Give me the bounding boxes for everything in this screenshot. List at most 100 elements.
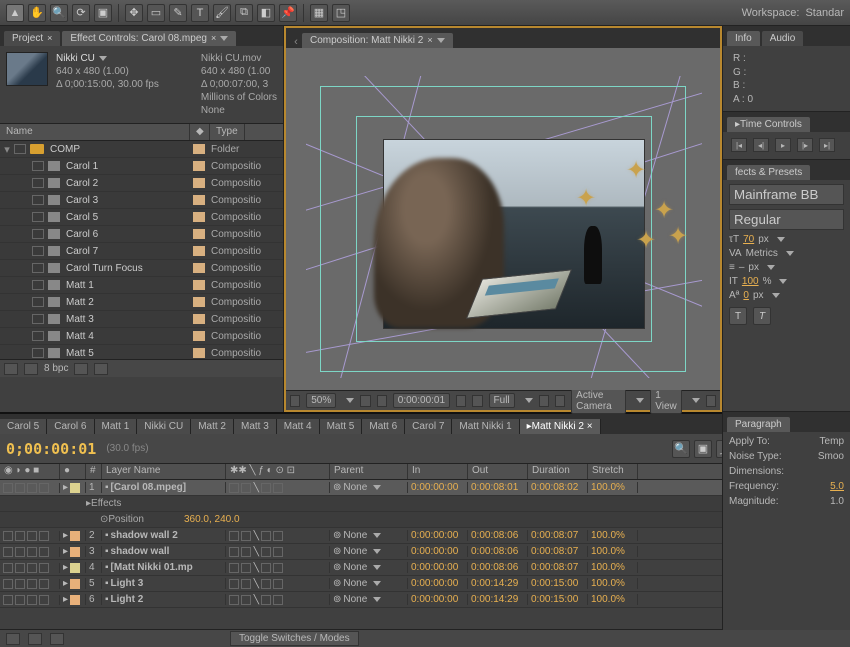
project-row[interactable]: ▾COMPFolder <box>0 141 283 158</box>
stamp-tool-icon[interactable]: ⧉ <box>235 4 253 22</box>
lock-toggle[interactable] <box>39 579 49 589</box>
anchor-tool-icon[interactable]: ✥ <box>125 4 143 22</box>
eraser-tool-icon[interactable]: ◧ <box>257 4 275 22</box>
solo-toggle[interactable] <box>27 531 37 541</box>
solo-toggle[interactable] <box>27 563 37 573</box>
next-frame-icon[interactable]: |▸ <box>797 138 813 152</box>
chevron-down-icon[interactable] <box>346 398 354 403</box>
label-swatch[interactable] <box>193 161 205 171</box>
lock-toggle[interactable] <box>39 563 49 573</box>
magnitude-value[interactable]: 1.0 <box>830 496 844 507</box>
leading-value[interactable]: – <box>739 262 745 273</box>
roi-icon[interactable] <box>539 395 549 407</box>
twirl-icon[interactable]: ▸ <box>63 594 68 605</box>
checkbox[interactable] <box>32 195 44 205</box>
kerning-dropdown[interactable]: Metrics <box>746 248 778 259</box>
project-row[interactable]: Carol 5Compositio <box>0 209 283 226</box>
project-row[interactable]: Carol 2Compositio <box>0 175 283 192</box>
audio-toggle[interactable] <box>15 595 25 605</box>
timeline-tab[interactable]: Matt 2 <box>191 419 234 434</box>
label-swatch[interactable] <box>193 195 205 205</box>
tab-composition[interactable]: Composition: Matt Nikki 2× <box>302 33 453 48</box>
vscale-value[interactable]: 100 <box>742 276 759 287</box>
visibility-toggle[interactable] <box>3 595 13 605</box>
audio-toggle[interactable] <box>15 547 25 557</box>
hand-tool-icon[interactable]: ✋ <box>28 4 46 22</box>
twirl-down-icon[interactable]: ▾ <box>0 143 14 156</box>
label-swatch[interactable] <box>193 348 205 358</box>
checkbox[interactable] <box>32 229 44 239</box>
brush-tool-icon[interactable]: 🖌 <box>213 4 231 22</box>
project-row[interactable]: Carol 6Compositio <box>0 226 283 243</box>
timeline-tab[interactable]: Matt 4 <box>277 419 320 434</box>
baseline-value[interactable]: 0 <box>743 290 749 301</box>
visibility-toggle[interactable] <box>3 563 13 573</box>
checkbox[interactable] <box>32 348 44 358</box>
close-icon[interactable]: × <box>47 33 52 43</box>
exposure-icon[interactable] <box>360 395 370 407</box>
transparency-icon[interactable] <box>555 395 565 407</box>
checkbox[interactable] <box>32 297 44 307</box>
twirl-icon[interactable]: ▸ <box>63 578 68 589</box>
label-swatch[interactable] <box>193 331 205 341</box>
solo-toggle[interactable] <box>27 547 37 557</box>
extra-tool-icon[interactable]: ◳ <box>332 4 350 22</box>
prev-frame-icon[interactable]: ◂| <box>753 138 769 152</box>
new-folder-icon[interactable] <box>24 363 38 375</box>
col-duration[interactable]: Duration <box>528 464 588 479</box>
solo-toggle[interactable] <box>27 483 37 493</box>
pen-tool-icon[interactable]: ✎ <box>169 4 187 22</box>
col-num[interactable]: # <box>86 464 102 479</box>
project-row[interactable]: Matt 2Compositio <box>0 294 283 311</box>
rotate-tool-icon[interactable]: ⟳ <box>72 4 90 22</box>
toggle-switches-modes-button[interactable]: Toggle Switches / Modes <box>230 631 359 646</box>
chevron-down-icon[interactable] <box>373 549 381 554</box>
visibility-toggle[interactable] <box>3 547 13 557</box>
checkbox[interactable] <box>32 161 44 171</box>
pickwhip-icon[interactable]: ⊚ <box>333 546 341 557</box>
trash-icon[interactable] <box>94 363 108 375</box>
col-parent[interactable]: Parent <box>330 464 408 479</box>
pickwhip-icon[interactable]: ⊚ <box>333 482 341 493</box>
lock-toggle[interactable] <box>39 531 49 541</box>
toggle-switches-icon[interactable] <box>6 633 20 645</box>
timeline-tab[interactable]: Carol 5 <box>0 419 47 434</box>
twirl-icon[interactable]: ▸ <box>63 530 68 541</box>
tab-info[interactable]: Info <box>727 31 760 46</box>
project-row[interactable]: Carol 3Compositio <box>0 192 283 209</box>
tab-effects-presets[interactable]: fects & Presets <box>727 165 810 180</box>
timeline-tab[interactable]: ▸Matt Nikki 2 × <box>520 419 601 434</box>
font-family-dropdown[interactable] <box>729 184 844 205</box>
pickwhip-icon[interactable]: ⊚ <box>333 594 341 605</box>
twirl-icon[interactable]: ▸ <box>63 562 68 573</box>
resolution-dropdown[interactable]: Full <box>489 393 515 408</box>
workspace-dropdown[interactable]: Standar <box>805 7 844 19</box>
current-time[interactable]: 0:00:00:01 <box>393 393 450 408</box>
project-row[interactable]: Matt 1Compositio <box>0 277 283 294</box>
project-row[interactable]: Carol Turn FocusCompositio <box>0 260 283 277</box>
italic-icon[interactable]: T <box>753 307 771 325</box>
label-swatch[interactable] <box>193 212 205 222</box>
visibility-toggle[interactable] <box>3 483 13 493</box>
tab-effect-controls[interactable]: Effect Controls: Carol 08.mpeg× <box>62 31 236 46</box>
layer-color[interactable] <box>70 483 80 493</box>
new-comp-icon[interactable] <box>74 363 88 375</box>
chevron-down-icon[interactable] <box>437 38 445 43</box>
chevron-down-icon[interactable] <box>373 533 381 538</box>
col-in[interactable]: In <box>408 464 468 479</box>
audio-toggle[interactable] <box>15 531 25 541</box>
font-size-value[interactable]: 70 <box>743 234 754 245</box>
chevron-down-icon[interactable] <box>767 265 775 270</box>
shape-tool-icon[interactable]: ▭ <box>147 4 165 22</box>
current-timecode[interactable]: 0;00:00:01 <box>6 440 96 458</box>
snap-icon[interactable]: ▦ <box>310 4 328 22</box>
chevron-down-icon[interactable] <box>99 56 107 61</box>
views-dropdown[interactable]: 1 View <box>650 388 682 414</box>
tab-project[interactable]: Project× <box>4 31 60 46</box>
channel-icon[interactable] <box>472 395 482 407</box>
checkbox[interactable] <box>32 178 44 188</box>
camera-tool-icon[interactable]: ▣ <box>94 4 112 22</box>
selection-tool-icon[interactable]: ▲ <box>6 4 24 22</box>
col-stretch[interactable]: Stretch <box>588 464 638 479</box>
nav-left-icon[interactable]: ‹ <box>290 36 302 48</box>
